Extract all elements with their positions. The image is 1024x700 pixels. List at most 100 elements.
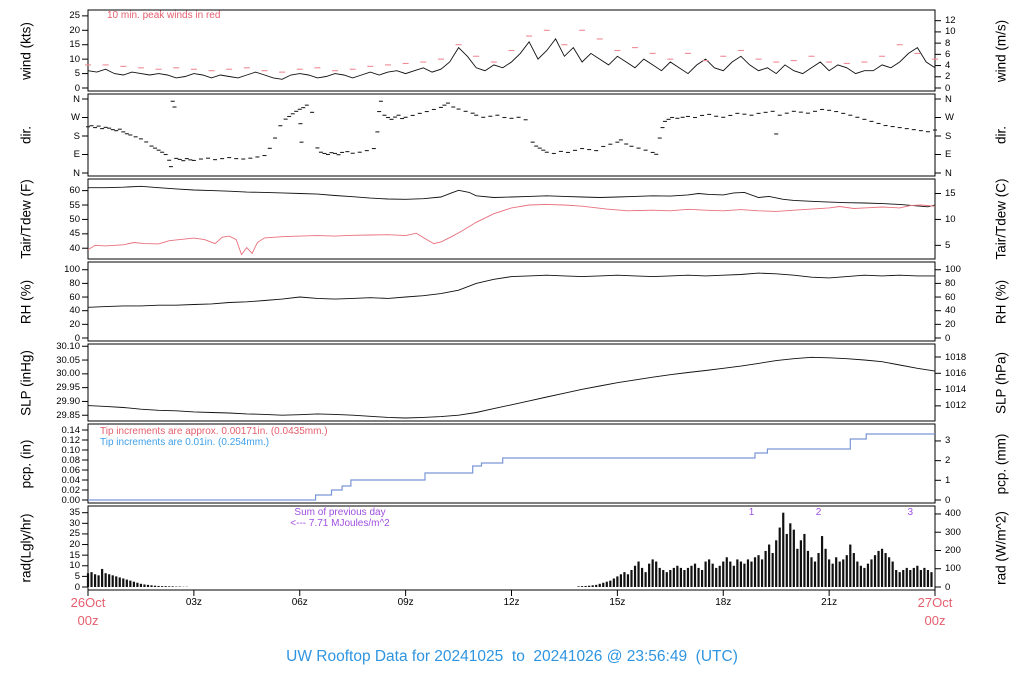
y-tick-label-temp: 5 — [945, 239, 951, 251]
radiation-bar — [916, 565, 919, 587]
y-tick-label-temp: 15 — [945, 188, 956, 199]
radiation-bar — [693, 563, 697, 587]
radiation-bar — [732, 565, 735, 587]
y-tick-label-pcp: 0.00 — [61, 494, 81, 506]
x-tick-label: 03z — [185, 597, 202, 608]
radiation-bar — [651, 559, 654, 587]
axis-title-rad-left: rad(Lgly/hr) — [18, 513, 34, 583]
axis-title-slp-right: SLP (hPa) — [993, 351, 1009, 414]
radiation-bar — [136, 582, 139, 587]
radiation-bar — [743, 563, 746, 587]
series-sea-level-pressure-inHg — [87, 356, 936, 419]
radiation-bar — [708, 559, 711, 587]
radiation-bar — [753, 557, 757, 587]
x-tick-label: 18z — [715, 597, 732, 608]
radiation-bar — [905, 567, 908, 587]
radiation-bar — [895, 570, 898, 587]
y-tick-label-rh: 20 — [69, 318, 80, 330]
radiation-bar — [891, 561, 894, 587]
x-tick-label: 15z — [609, 597, 626, 608]
y-tick-label-slp: 29.85 — [56, 409, 80, 421]
radiation-bar — [644, 572, 647, 587]
y-tick-label-rh: 100 — [64, 264, 80, 276]
radiation-bar — [118, 577, 121, 587]
x-axis-start-hour: 00z — [77, 613, 99, 628]
radiation-bar — [930, 572, 933, 587]
y-tick-label-rad: 400 — [945, 508, 961, 520]
radiation-bar — [817, 553, 820, 587]
y-tick-label-rad: 100 — [945, 563, 961, 575]
radiation-bar — [686, 567, 690, 587]
radiation-bar — [679, 567, 682, 587]
radiation-bar — [835, 557, 838, 587]
radiation-bar — [785, 533, 788, 587]
radiation-bar — [813, 561, 817, 587]
radiation-bar — [697, 567, 700, 587]
y-tick-label-pcp: 0.14 — [61, 424, 81, 436]
radiation-bar — [870, 559, 873, 587]
y-tick-label-wind: 2 — [945, 71, 951, 83]
radiation-bar — [806, 550, 810, 587]
radiation-bar — [845, 555, 848, 587]
axis-title-pcp-right: pcp. (mm) — [993, 433, 1009, 494]
radiation-bar — [584, 585, 587, 587]
y-tick-label-wind: 25 — [69, 10, 80, 22]
radiation-bar — [771, 553, 774, 587]
radiation-bar — [655, 561, 658, 587]
radiation-bar — [884, 553, 887, 587]
axis-title-wind-left: wind (kts) — [18, 21, 34, 80]
radiation-bar — [863, 567, 866, 587]
tip-increment-note-blue: Tip increments are 0.01in. (0.254mm.) — [100, 437, 270, 448]
radiation-bar — [676, 565, 679, 587]
series-wind-speed-kts — [87, 38, 936, 80]
radiation-bar — [725, 557, 728, 587]
peak-wind-note: 10 min. peak winds in red — [107, 10, 221, 21]
y-tick-label-temp: 10 — [945, 213, 956, 225]
axis-title-rad-right: rad (W/m^2) — [993, 511, 1009, 585]
radiation-bar — [125, 579, 128, 587]
radiation-bar — [912, 567, 915, 587]
radiation-bar — [146, 584, 150, 587]
radiation-bar — [637, 561, 640, 587]
y-tick-label-rh: 100 — [945, 264, 961, 276]
y-tick-label-rad: 5 — [74, 570, 80, 582]
radiation-bar — [588, 585, 591, 587]
radiation-bar — [129, 580, 132, 587]
radiation-bar — [683, 570, 686, 587]
y-tick-label-wind: 0 — [74, 82, 80, 94]
y-tick-label-pcp: 0.06 — [61, 464, 81, 476]
radiation-bar — [810, 557, 813, 587]
radiation-bar — [782, 512, 785, 587]
y-tick-label-rad: 35 — [69, 507, 80, 519]
y-tick-label-rad: 15 — [69, 549, 80, 561]
radiation-bar — [768, 544, 771, 587]
y-tick-label-pcp: 3 — [945, 435, 951, 447]
y-tick-label-wind: 20 — [69, 24, 80, 36]
radiation-bar — [902, 570, 905, 587]
radiation-bar — [873, 555, 877, 587]
radiation-bar — [760, 559, 764, 587]
radiation-bar — [909, 570, 912, 587]
y-tick-label-dir: W — [945, 112, 954, 123]
radiation-bar — [715, 567, 718, 587]
radiation-bar — [662, 570, 665, 587]
radiation-bar — [577, 586, 580, 587]
y-tick-label-pcp: 2 — [945, 455, 951, 467]
radiation-bar — [923, 567, 926, 587]
x-tick-label: 09z — [397, 597, 414, 608]
y-tick-label-rh: 40 — [69, 305, 80, 317]
event-marker-1: 1 — [748, 507, 755, 518]
y-tick-label-rad: 25 — [69, 528, 80, 540]
series-relative-humidity-% — [87, 272, 935, 308]
event-marker-3: 3 — [907, 507, 914, 518]
y-tick-label-rad: 300 — [945, 526, 961, 538]
radiation-bar — [711, 563, 714, 587]
radiation-bar — [739, 561, 742, 587]
radiation-bar — [926, 570, 930, 587]
y-tick-label-temp: 55 — [69, 199, 80, 211]
radiation-bar — [164, 586, 167, 587]
radiation-bar — [630, 570, 633, 587]
panel-border-rh — [87, 261, 936, 342]
radiation-bar — [665, 572, 668, 587]
radiation-bar — [640, 567, 644, 587]
